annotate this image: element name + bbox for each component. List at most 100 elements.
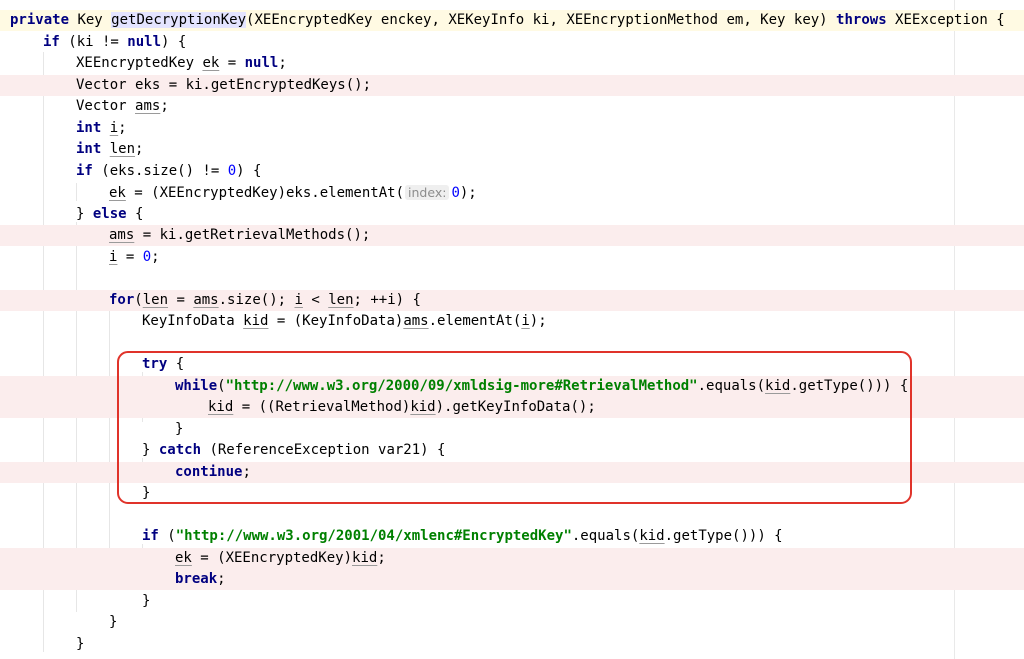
code-token: ams: [193, 291, 219, 308]
code-token: = ki.getRetrievalMethods();: [134, 227, 371, 243]
code-text: } else {: [76, 204, 143, 225]
code-editor[interactable]: private Key getDecryptionKey(XEEncrypted…: [0, 0, 1024, 659]
code-text: ek = (XEEncryptedKey)kid;: [175, 548, 386, 569]
code-token: );: [459, 185, 477, 201]
code-token: ;: [377, 549, 386, 566]
code-text: int len;: [76, 139, 143, 160]
code-token: ; ++i) {: [353, 291, 421, 308]
code-token: else: [92, 205, 127, 222]
code-token: }: [109, 614, 118, 630]
code-text: }: [142, 591, 150, 612]
code-token: null: [127, 33, 162, 50]
code-line[interactable]: if (eks.size() != 0) {: [0, 161, 1024, 182]
code-text: }: [109, 612, 117, 633]
code-line[interactable]: int len;: [0, 139, 1024, 160]
code-text: ek = (XEEncryptedKey)eks.elementAt(index…: [109, 182, 477, 204]
code-token: ) {: [236, 162, 262, 179]
code-token: (: [134, 291, 143, 308]
code-text: private Key getDecryptionKey(XEEncrypted…: [10, 10, 1005, 31]
code-text: Vector ams;: [76, 96, 169, 117]
code-text: i = 0;: [109, 247, 160, 268]
code-line[interactable]: [0, 268, 1024, 289]
code-line[interactable]: } else {: [0, 204, 1024, 225]
code-token: (eks.size() !=: [92, 162, 228, 179]
code-token: break: [175, 571, 218, 587]
code-token: (ki !=: [59, 33, 128, 50]
code-token: i: [109, 119, 119, 136]
code-line[interactable]: break;: [0, 569, 1024, 590]
code-token: kid: [243, 313, 269, 329]
code-token: i: [294, 291, 303, 308]
code-text: if (eks.size() != 0) {: [76, 161, 261, 182]
code-line[interactable]: if (ki != null) {: [0, 32, 1024, 53]
code-text: ams = ki.getRetrievalMethods();: [109, 225, 370, 246]
code-line[interactable]: Vector eks = ki.getEncryptedKeys();: [0, 74, 1024, 96]
code-line[interactable]: ek = (XEEncryptedKey)kid;: [0, 547, 1024, 569]
code-text: Vector eks = ki.getEncryptedKeys();: [76, 75, 371, 96]
code-token: =: [219, 55, 245, 71]
code-token: ;: [278, 55, 287, 71]
code-line[interactable]: ek = (XEEncryptedKey)eks.elementAt(index…: [0, 182, 1024, 203]
code-token: Vector: [76, 98, 136, 114]
code-line[interactable]: Vector ams;: [0, 96, 1024, 117]
code-token: XEException {: [886, 12, 1005, 28]
code-token: =: [168, 291, 194, 308]
code-token: ek: [175, 549, 192, 566]
code-token: ams: [109, 227, 135, 243]
code-line[interactable]: int i;: [0, 118, 1024, 139]
code-token: kid: [639, 528, 665, 544]
code-line[interactable]: [0, 505, 1024, 526]
code-token: getDecryptionKey: [111, 12, 247, 28]
code-line[interactable]: if ("http://www.w3.org/2001/04/xmlenc#En…: [0, 526, 1024, 547]
code-line[interactable]: }: [0, 591, 1024, 612]
code-token: if: [43, 33, 60, 50]
code-line[interactable]: for(len = ams.size(); i < len; ++i) {: [0, 289, 1024, 311]
code-line[interactable]: private Key getDecryptionKey(XEEncrypted…: [0, 10, 1024, 31]
code-token: null: [244, 55, 279, 71]
code-token: int: [76, 141, 102, 157]
code-line[interactable]: }: [0, 634, 1024, 655]
code-token: Key: [69, 12, 112, 28]
code-token: if: [76, 162, 93, 179]
code-token: ) {: [161, 33, 187, 50]
code-token: kid: [352, 549, 378, 566]
code-token: .getType())) {: [664, 528, 783, 544]
code-text: XEEncryptedKey ek = null;: [76, 53, 287, 74]
code-line[interactable]: KeyInfoData kid = (KeyInfoData)ams.eleme…: [0, 311, 1024, 332]
code-token: }: [76, 635, 85, 652]
code-line[interactable]: }: [0, 612, 1024, 633]
code-token: throws: [836, 12, 887, 28]
code-token: ams: [403, 313, 429, 329]
code-token: = (XEEncryptedKey): [191, 549, 353, 566]
code-text: for(len = ams.size(); i < len; ++i) {: [109, 290, 421, 311]
code-token: KeyInfoData: [142, 313, 244, 329]
code-token: (: [158, 528, 176, 544]
code-token: );: [529, 313, 547, 329]
code-token: ;: [160, 98, 169, 114]
code-token: ;: [217, 571, 226, 587]
code-text: if ("http://www.w3.org/2001/04/xmlenc#En…: [142, 526, 783, 547]
code-token: if: [142, 528, 159, 544]
code-text: KeyInfoData kid = (KeyInfoData)ams.eleme…: [142, 311, 547, 332]
code-line[interactable]: ams = ki.getRetrievalMethods();: [0, 225, 1024, 246]
code-token: {: [126, 205, 144, 222]
code-line[interactable]: i = 0;: [0, 247, 1024, 268]
code-token: ;: [151, 248, 160, 265]
code-token: len: [328, 291, 354, 308]
code-token: ams: [135, 98, 161, 114]
parameter-hint: index:: [405, 185, 450, 200]
code-token: .size();: [218, 291, 295, 308]
code-text: }: [76, 634, 84, 655]
code-line[interactable]: XEEncryptedKey ek = null;: [0, 53, 1024, 74]
code-token: ;: [135, 141, 144, 157]
code-token: for: [109, 291, 135, 308]
code-token: len: [109, 141, 136, 157]
code-token: len: [142, 291, 169, 308]
code-token: = (KeyInfoData): [268, 313, 404, 329]
code-token: .equals(: [571, 528, 640, 544]
code-token: 0: [227, 162, 237, 179]
code-text: break;: [175, 569, 226, 590]
code-token: 0: [142, 248, 152, 265]
